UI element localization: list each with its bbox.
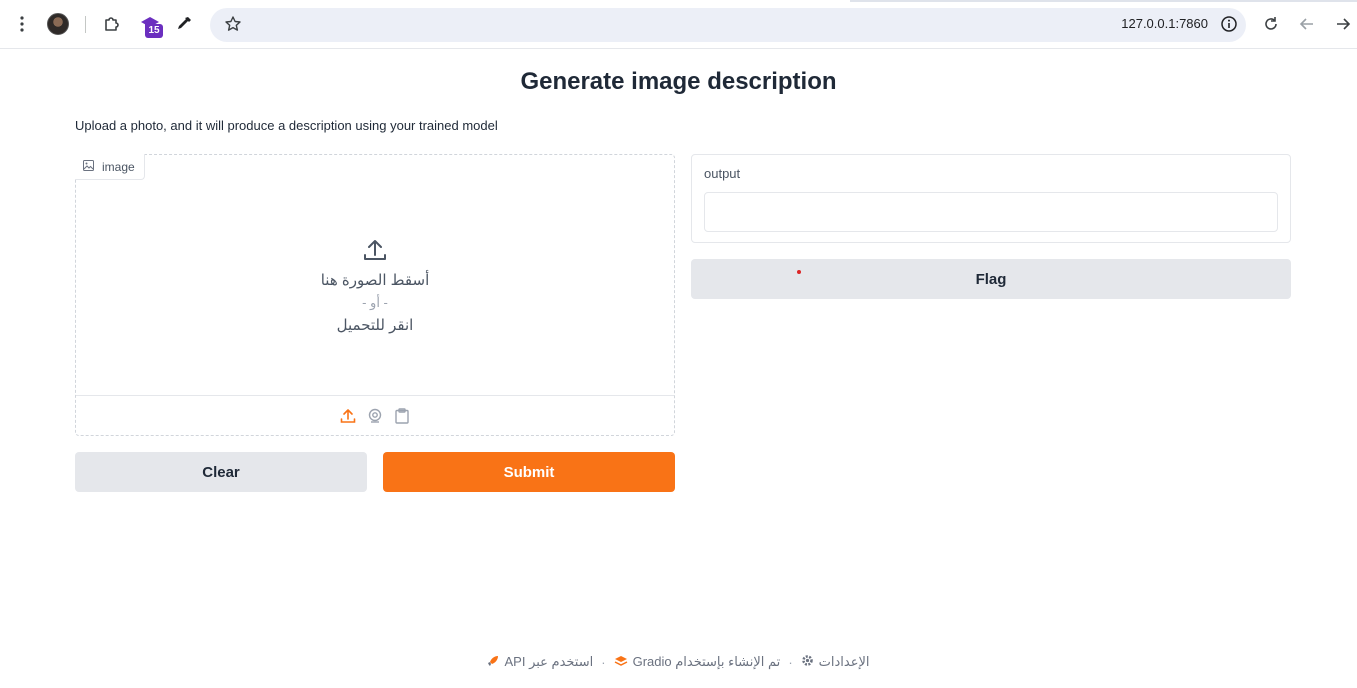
clear-button[interactable]: Clear [75, 452, 367, 492]
api-link-text: استخدم عبر API [504, 654, 594, 669]
footer-api-link[interactable]: استخدم عبر API [487, 654, 593, 670]
image-label-text: image [102, 159, 135, 174]
clipboard-source-icon[interactable] [394, 407, 411, 424]
toolbar-divider [85, 16, 86, 33]
settings-link-text: الإعدادات [818, 654, 870, 669]
built-with-text: تم الإنشاء بإستخدام Gradio [632, 654, 781, 669]
footer-gradio-link[interactable]: تم الإنشاء بإستخدام Gradio [614, 654, 781, 670]
gear-icon [801, 654, 814, 670]
reload-icon[interactable] [1260, 13, 1282, 35]
image-source-selector [76, 395, 674, 435]
footer-settings-link[interactable]: الإعدادات [801, 654, 870, 670]
eyedropper-icon[interactable] [173, 13, 195, 35]
image-icon [83, 159, 94, 174]
footer: استخدم عبر API · تم الإنشاء بإستخدام Gra… [0, 654, 1357, 670]
image-block-label: image [75, 154, 145, 180]
back-arrow-icon[interactable] [1296, 13, 1318, 35]
upload-icon [361, 236, 389, 264]
footer-separator: · [601, 654, 606, 670]
or-separator-text: - أو - [362, 294, 388, 310]
image-dropzone[interactable]: أسقط الصورة هنا - أو - انقر للتحميل [75, 180, 675, 395]
extensions-puzzle-icon[interactable] [101, 13, 123, 35]
output-label: output [704, 166, 741, 181]
menu-kebab-icon[interactable] [11, 13, 33, 35]
site-info-icon[interactable] [1218, 13, 1240, 35]
drop-image-text: أسقط الصورة هنا [320, 271, 430, 289]
gradio-logo-icon [614, 655, 628, 670]
submit-button[interactable]: Submit [383, 452, 675, 492]
webcam-source-icon[interactable] [367, 407, 384, 424]
browser-toolbar: 15 127.0.0.1:7860 [0, 0, 1357, 49]
forward-arrow-icon[interactable] [1332, 13, 1354, 35]
bookmark-star-icon[interactable] [222, 13, 244, 35]
footer-separator: · [788, 654, 793, 670]
cursor-dot [797, 270, 801, 274]
rocket-icon [487, 655, 499, 670]
page-description: Upload a photo, and it will produce a de… [75, 118, 498, 133]
profile-avatar[interactable] [47, 13, 69, 35]
url-text[interactable]: 127.0.0.1:7860 [1080, 16, 1208, 31]
tab-strip [0, 0, 1357, 2]
flag-button[interactable]: Flag [691, 259, 1291, 299]
extension-count-badge: 15 [145, 24, 163, 38]
page-title: Generate image description [520, 68, 837, 95]
upload-source-icon[interactable] [340, 407, 357, 424]
click-to-upload-text: انقر للتحميل [336, 316, 414, 334]
output-textbox[interactable] [704, 192, 1278, 232]
